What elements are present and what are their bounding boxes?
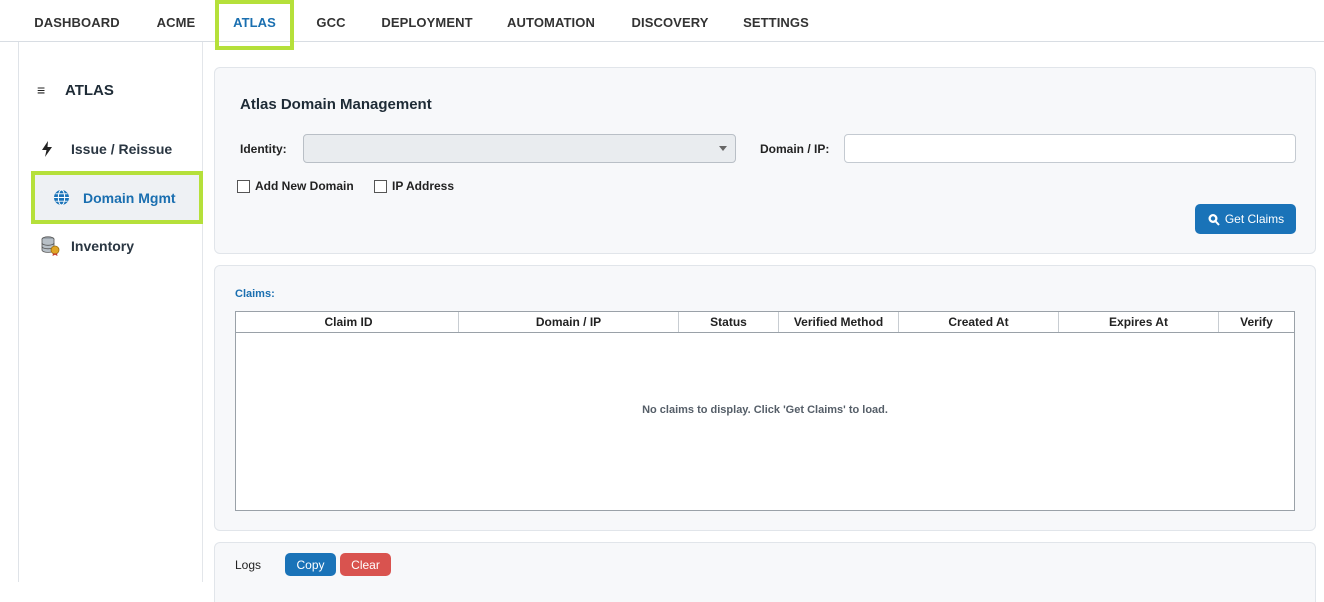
claims-table-header: Claim ID Domain / IP Status Verified Met… [236,312,1294,333]
tab-gcc[interactable]: GCC [305,0,357,46]
claims-table: Claim ID Domain / IP Status Verified Met… [235,311,1295,511]
column-header-status[interactable]: Status [679,312,779,332]
chevron-down-icon [719,146,727,151]
tab-atlas[interactable]: ATLAS [215,0,294,50]
column-header-domain-ip[interactable]: Domain / IP [459,312,679,332]
tab-acme[interactable]: ACME [146,0,206,46]
logs-card: Logs Copy Clear [214,542,1316,602]
lightning-icon [41,141,71,157]
globe-icon [53,189,83,206]
column-header-created-at[interactable]: Created At [899,312,1059,332]
column-header-verified-method[interactable]: Verified Method [779,312,899,332]
database-certificate-icon [41,236,71,256]
column-header-claim-id[interactable]: Claim ID [239,312,459,332]
identity-label: Identity: [240,142,287,156]
sidebar: ≡ ATLAS Issue / Reissue Domain Mgmt Inve… [19,42,203,582]
sidebar-item-inventory[interactable]: Inventory [19,223,203,269]
card-title: Atlas Domain Management [240,96,432,113]
clear-logs-button[interactable]: Clear [340,553,391,576]
tab-automation[interactable]: AUTOMATION [497,0,605,46]
top-nav-bar: DASHBOARD ACME ATLAS GCC DEPLOYMENT AUTO… [0,0,1324,50]
add-new-domain-label: Add New Domain [255,179,354,193]
sidebar-item-label: Domain Mgmt [83,189,176,206]
add-new-domain-checkbox[interactable] [237,180,250,193]
search-icon [1207,213,1220,226]
sidebar-item-domain-mgmt[interactable]: Domain Mgmt [31,171,203,224]
sidebar-item-label: Issue / Reissue [71,141,173,157]
tab-discovery[interactable]: DISCOVERY [623,0,717,46]
identity-select[interactable] [303,134,736,163]
domain-ip-input[interactable] [844,134,1296,163]
sidebar-item-issue-reissue[interactable]: Issue / Reissue [19,126,203,172]
tab-settings[interactable]: SETTINGS [734,0,818,46]
copy-logs-button[interactable]: Copy [285,553,336,576]
claims-card: Claims: Claim ID Domain / IP Status Veri… [214,265,1316,531]
ip-address-label: IP Address [392,179,455,193]
logs-label: Logs [235,558,262,572]
get-claims-button[interactable]: Get Claims [1195,204,1296,234]
column-header-expires-at[interactable]: Expires At [1059,312,1219,332]
sidebar-item-label: Inventory [71,238,135,254]
tab-dashboard[interactable]: DASHBOARD [24,0,130,46]
sidebar-title: ATLAS [65,81,114,99]
tab-deployment[interactable]: DEPLOYMENT [374,0,480,46]
column-header-verify[interactable]: Verify [1219,312,1294,332]
get-claims-label: Get Claims [1224,212,1285,226]
hamburger-icon[interactable]: ≡ [37,82,65,98]
sidebar-header: ≡ ATLAS [37,80,114,100]
domain-ip-label: Domain / IP: [760,142,830,156]
claims-empty-message: No claims to display. Click 'Get Claims'… [642,404,888,416]
claims-label: Claims: [235,288,275,300]
ip-address-checkbox[interactable] [374,180,387,193]
domain-management-card: Atlas Domain Management Identity: Domain… [214,67,1316,254]
